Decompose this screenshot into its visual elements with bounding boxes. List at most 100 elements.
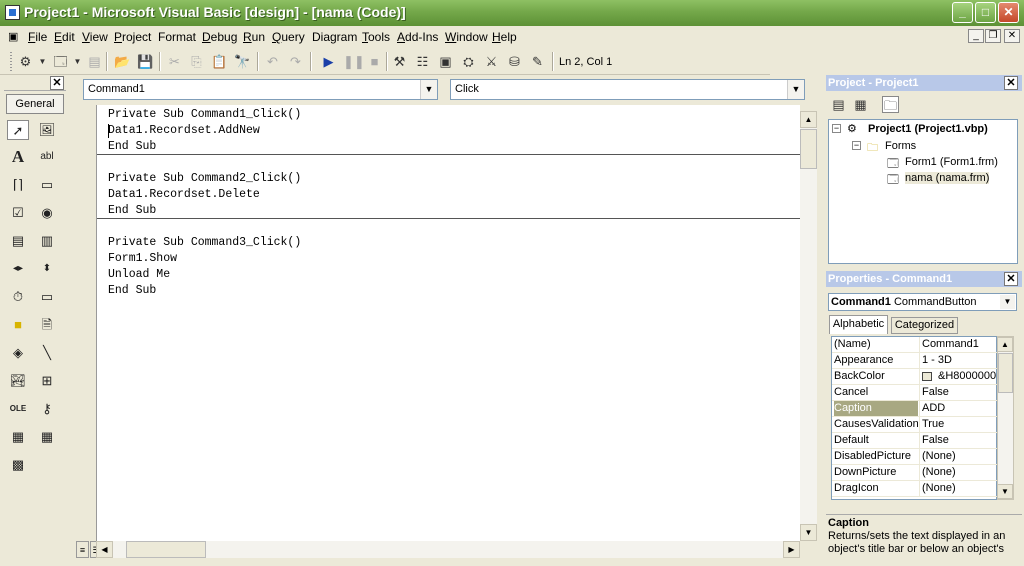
data-view-icon[interactable]: ⛁ [506, 53, 523, 70]
vertical-scrollbar[interactable]: ▲ ▼ [800, 111, 817, 541]
pointer-tool-icon[interactable]: ➚ [7, 120, 29, 140]
grid2-tool-icon[interactable]: ▦ [36, 427, 58, 447]
menu-view[interactable]: View [82, 30, 108, 44]
copy-icon[interactable]: ⎘ [188, 53, 205, 70]
scroll-thumb[interactable] [998, 353, 1013, 393]
property-row[interactable]: DragIcon (None) [832, 481, 998, 497]
property-value[interactable]: (None) [919, 465, 997, 480]
menu-project[interactable]: Project [114, 30, 151, 44]
scroll-thumb[interactable] [800, 129, 817, 169]
menu-debug[interactable]: Debug [202, 30, 237, 44]
property-row[interactable]: DisabledPicture (None) [832, 449, 998, 465]
start-icon[interactable]: ▶ [320, 53, 337, 70]
property-value[interactable]: Command1 [919, 337, 997, 352]
vscrollbar-tool-icon[interactable]: ⬍ [36, 259, 58, 279]
grid-tool-icon[interactable]: ▦ [7, 427, 29, 447]
scroll-thumb[interactable] [126, 541, 206, 558]
redo-icon[interactable]: ↷ [287, 53, 304, 70]
end-icon[interactable]: ■ [366, 53, 383, 70]
shape-tool-icon[interactable]: ◈ [7, 343, 29, 363]
horizontal-scrollbar[interactable]: ◀ ▶ [96, 541, 800, 558]
tab-alphabetic[interactable]: Alphabetic [829, 315, 888, 334]
scroll-down-icon[interactable]: ▼ [997, 484, 1013, 499]
toggle-folders-icon[interactable]: 🗀 [882, 96, 899, 113]
properties-scrollbar[interactable]: ▲ ▼ [997, 336, 1014, 500]
property-row[interactable]: Cancel False [832, 385, 998, 401]
dropdown-arrow-icon[interactable]: ▼ [69, 53, 86, 70]
label-tool-icon[interactable]: A [7, 147, 29, 167]
timer-tool-icon[interactable]: ⏱ [7, 287, 29, 307]
scroll-down-icon[interactable]: ▼ [800, 524, 817, 541]
scroll-up-icon[interactable]: ▲ [800, 111, 817, 128]
properties-close-button[interactable]: ✕ [1004, 272, 1018, 286]
find-icon[interactable]: 🔭 [234, 53, 251, 70]
save-project-icon[interactable]: 💾 [137, 53, 154, 70]
project-close-button[interactable]: ✕ [1004, 76, 1018, 90]
form-layout-icon[interactable]: ▣ [437, 53, 454, 70]
scroll-up-icon[interactable]: ▲ [997, 337, 1013, 352]
checkbox-tool-icon[interactable]: ☑ [7, 203, 29, 223]
cut-icon[interactable]: ✂ [166, 53, 183, 70]
picturebox-tool-icon[interactable]: 🖼 [36, 120, 58, 140]
collapse-icon[interactable]: − [852, 141, 861, 150]
menu-diagram[interactable]: Diagram [312, 30, 357, 44]
paste-icon[interactable]: 📋 [211, 53, 228, 70]
dbgrid-tool-icon[interactable]: ⚷ [36, 399, 58, 419]
property-value[interactable]: True [919, 417, 997, 432]
toolbox-icon[interactable]: ⚔ [483, 53, 500, 70]
toolbox-close-button[interactable]: ✕ [50, 76, 64, 90]
code-editor[interactable]: Private Sub Command1_Click() Data1.Recor… [96, 105, 801, 541]
project-root-node[interactable]: Project1 (Project1.vbp) [868, 123, 988, 135]
property-row[interactable]: (Name) Command1 [832, 337, 998, 353]
property-row[interactable]: Default False [832, 433, 998, 449]
mdi-restore-button[interactable]: ❐ [985, 29, 1001, 43]
view-code-icon[interactable]: ▤ [830, 96, 847, 113]
object-selector[interactable]: Command1 CommandButton ▼ [828, 293, 1017, 311]
menu-tools[interactable]: Tools [362, 30, 390, 44]
property-value[interactable]: (None) [919, 449, 997, 464]
optionbutton-tool-icon[interactable]: ◉ [36, 203, 58, 223]
image-tool-icon[interactable]: 🏞 [7, 371, 29, 391]
undo-icon[interactable]: ↶ [264, 53, 281, 70]
menu-help[interactable]: Help [492, 30, 517, 44]
dirlistbox-tool-icon[interactable]: ■ [7, 315, 29, 335]
project-explorer-icon[interactable]: ⚒ [391, 53, 408, 70]
close-button[interactable]: ✕ [998, 2, 1019, 23]
property-row[interactable]: Appearance 1 - 3D [832, 353, 998, 369]
procedure-combo[interactable]: Click ▼ [450, 79, 805, 100]
menu-edit[interactable]: Edit [54, 30, 75, 44]
component-manager-icon[interactable]: ✎ [529, 53, 546, 70]
dropdown-arrow-icon[interactable]: ▼ [34, 53, 51, 70]
hscrollbar-tool-icon[interactable]: ◂▸ [7, 259, 29, 279]
data-tool-icon[interactable]: ⊞ [36, 371, 58, 391]
tree-item-nama[interactable]: nama (nama.frm) [905, 172, 990, 184]
property-row[interactable]: DownPicture (None) [832, 465, 998, 481]
frame-tool-icon[interactable]: ⌈⌉ [7, 175, 29, 195]
combobox-tool-icon[interactable]: ▤ [7, 231, 29, 251]
toolbox-tab-general[interactable]: General [6, 94, 64, 114]
properties-window-icon[interactable]: ☷ [414, 53, 431, 70]
property-row[interactable]: CausesValidation True [832, 417, 998, 433]
scroll-right-icon[interactable]: ▶ [783, 541, 800, 558]
procedure-view-icon[interactable]: ≡ [76, 541, 89, 558]
commandbutton-tool-icon[interactable]: ▭ [36, 175, 58, 195]
open-project-icon[interactable]: 📂 [114, 53, 131, 70]
property-row[interactable]: BackColor &H8000000F [832, 369, 998, 385]
ole-tool-icon[interactable]: OLE [7, 399, 29, 419]
line-tool-icon[interactable]: ╲ [36, 343, 58, 363]
add-project-icon[interactable]: ⚙ [17, 53, 34, 70]
mdi-child-icon[interactable]: ▣ [8, 30, 18, 43]
mdi-close-button[interactable]: ✕ [1004, 29, 1020, 43]
custom-tool-icon[interactable]: ▩ [7, 455, 29, 475]
add-form-icon[interactable]: 🗔 [52, 53, 69, 70]
vb-app-icon[interactable] [5, 5, 20, 20]
collapse-icon[interactable]: − [832, 124, 841, 133]
menu-run[interactable]: Run [243, 30, 265, 44]
textbox-tool-icon[interactable]: abl [36, 147, 58, 167]
menu-format[interactable]: Format [158, 30, 196, 44]
property-value[interactable]: ADD [919, 401, 997, 416]
menu-file[interactable]: File [28, 30, 47, 44]
object-combo[interactable]: Command1 ▼ [83, 79, 438, 100]
code-margin[interactable] [70, 105, 96, 541]
maximize-button[interactable]: □ [975, 2, 996, 23]
